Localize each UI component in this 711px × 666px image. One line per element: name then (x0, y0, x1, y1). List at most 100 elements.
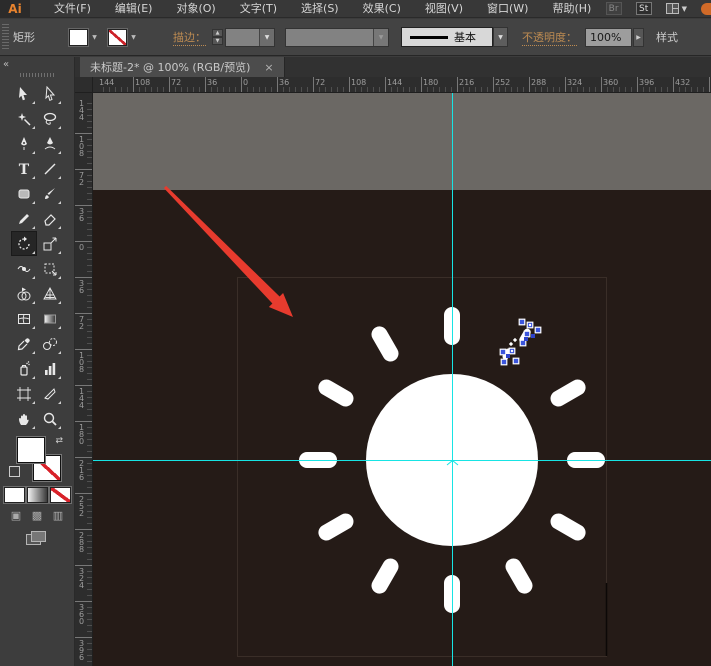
canvas-artwork[interactable] (93, 93, 711, 666)
canvas[interactable] (93, 93, 711, 666)
drawing-mode-0-icon[interactable]: ▣ (8, 509, 25, 522)
h-ruler-label: 144 (387, 78, 403, 87)
stroke-swatch-none[interactable] (108, 28, 127, 46)
pasteboard-area[interactable] (93, 93, 711, 190)
fill-swatch[interactable] (69, 28, 88, 46)
ruler-corner[interactable] (75, 77, 93, 93)
subtool-indicator (32, 226, 35, 229)
blend-tool-button[interactable] (37, 331, 63, 356)
vertical-ruler[interactable]: 144 108 72 36 0 36 72 108 144 180 216 252 288 324 360 3… (75, 93, 93, 666)
menu-item-6[interactable]: 视图(V) (413, 0, 475, 18)
stroke-weight-field[interactable]: ▼ (225, 27, 275, 47)
context-label: 矩形 (13, 31, 35, 44)
step-down-icon[interactable]: ▼ (212, 37, 223, 45)
menu-item-5[interactable]: 效果(C) (351, 0, 413, 18)
lasso-tool-button[interactable] (37, 106, 63, 131)
stroke-weight-stepper[interactable]: ▲ ▼ (212, 29, 223, 45)
collapse-panel-button[interactable]: « (0, 57, 74, 71)
curvature-tool-button[interactable] (37, 131, 63, 156)
none-button[interactable] (49, 487, 71, 503)
horizontal-ruler[interactable]: 144 108 72 36 0 36 72 108 144 180 216 252 288 324 360 3… (93, 77, 711, 93)
paintbrush-tool-button[interactable] (37, 181, 63, 206)
tools-panel-grip[interactable] (20, 73, 54, 77)
menu-item-2[interactable]: 对象(O) (164, 0, 227, 18)
scale-tool-button[interactable] (37, 231, 63, 256)
menu-item-3[interactable]: 文字(T) (228, 0, 289, 18)
direct-selection-tool-icon (45, 85, 56, 101)
panel-grip[interactable] (2, 24, 9, 50)
perspective-grid-tool-button[interactable] (37, 281, 63, 306)
screen-mode-button[interactable] (26, 531, 48, 547)
mesh-tool-icon (18, 313, 30, 324)
gradient-tool-button[interactable] (37, 306, 63, 331)
step-up-icon[interactable]: ▲ (212, 29, 223, 37)
symbol-sprayer-tool-button[interactable] (11, 356, 37, 381)
hand-tool-icon (19, 413, 29, 425)
drawing-mode-1-icon[interactable]: ▩ (29, 509, 46, 522)
color-button[interactable] (3, 487, 25, 503)
opacity-field[interactable]: 100% (585, 27, 632, 47)
chevron-down-icon[interactable]: ▼ (493, 27, 508, 47)
fill-stroke-indicator[interactable]: ⇄ (9, 437, 63, 483)
blend-tool-icon (43, 337, 57, 350)
document-tab[interactable]: 未标题-2* @ 100% (RGB/预览) × (80, 57, 285, 77)
chevron-down-icon[interactable]: ▼ (259, 28, 274, 46)
type-tool-button[interactable]: T (11, 156, 37, 181)
fill-proxy[interactable] (17, 437, 45, 463)
default-fill-stroke-icon[interactable] (9, 466, 20, 477)
fill-color-control[interactable]: ▼ (69, 28, 100, 46)
width-tool-button[interactable] (11, 256, 37, 281)
gradient-button[interactable] (26, 487, 48, 503)
stock-button[interactable]: St (635, 2, 652, 15)
style-label[interactable]: 样式 (656, 29, 678, 45)
brush-definition-control[interactable]: 基本 ▼ (401, 27, 508, 47)
drawing-mode-2-icon[interactable]: ▥ (50, 509, 67, 522)
magic-wand-tool-button[interactable] (11, 106, 37, 131)
subtool-indicator (32, 251, 35, 254)
menu-item-8[interactable]: 帮助(H) (540, 0, 603, 18)
v-ruler-label: 36 (77, 279, 86, 293)
h-ruler-label: 108 (351, 78, 367, 87)
subtool-indicator (58, 151, 61, 154)
hand-tool-button[interactable] (11, 406, 37, 431)
variable-width-profile-field[interactable]: ▼ (285, 27, 389, 47)
app-logo[interactable]: Ai (0, 0, 30, 18)
eyedropper-tool-button[interactable] (11, 331, 37, 356)
v-ruler-label: 72 (77, 315, 86, 329)
rectangle-tool-icon (18, 189, 30, 198)
stroke-weight-label[interactable]: 描边： (173, 29, 206, 46)
chevron-right-icon[interactable]: ▶ (633, 27, 644, 47)
workspace-switcher[interactable]: ▼ (665, 3, 687, 14)
free-transform-tool-button[interactable] (37, 256, 63, 281)
menu-item-0[interactable]: 文件(F) (42, 0, 103, 18)
eraser-tool-button[interactable] (37, 206, 63, 231)
mesh-tool-button[interactable] (11, 306, 37, 331)
chevron-down-icon[interactable]: ▼ (89, 29, 100, 46)
opacity-label[interactable]: 不透明度： (522, 29, 577, 46)
width-tool-icon (17, 265, 31, 272)
close-icon[interactable]: × (264, 61, 273, 74)
slice-tool-button[interactable] (37, 381, 63, 406)
menu-item-4[interactable]: 选择(S) (289, 0, 351, 18)
zoom-tool-button[interactable] (37, 406, 63, 431)
swap-fill-stroke-icon[interactable]: ⇄ (55, 437, 63, 446)
stroke-color-control[interactable]: ▼ (108, 28, 139, 46)
selection-tool-button[interactable] (11, 81, 37, 106)
pencil-tool-button[interactable] (11, 206, 37, 231)
menu-item-7[interactable]: 窗口(W) (475, 0, 540, 18)
line-segment-tool-button[interactable] (37, 156, 63, 181)
subtool-indicator (58, 376, 61, 379)
rectangle-tool-button[interactable] (11, 181, 37, 206)
menu-item-1[interactable]: 编辑(E) (103, 0, 165, 18)
column-graph-tool-button[interactable] (37, 356, 63, 381)
rotate-tool-button[interactable] (11, 231, 37, 256)
bridge-button[interactable]: Br (605, 2, 622, 15)
shape-builder-tool-button[interactable] (11, 281, 37, 306)
lasso-tool-icon (43, 112, 57, 125)
pen-tool-button[interactable] (11, 131, 37, 156)
artboard-tool-button[interactable] (11, 381, 37, 406)
brush-preview[interactable]: 基本 (401, 27, 493, 47)
chevron-down-icon[interactable]: ▼ (373, 28, 388, 46)
direct-selection-tool-button[interactable] (37, 81, 63, 106)
chevron-down-icon[interactable]: ▼ (128, 29, 139, 46)
